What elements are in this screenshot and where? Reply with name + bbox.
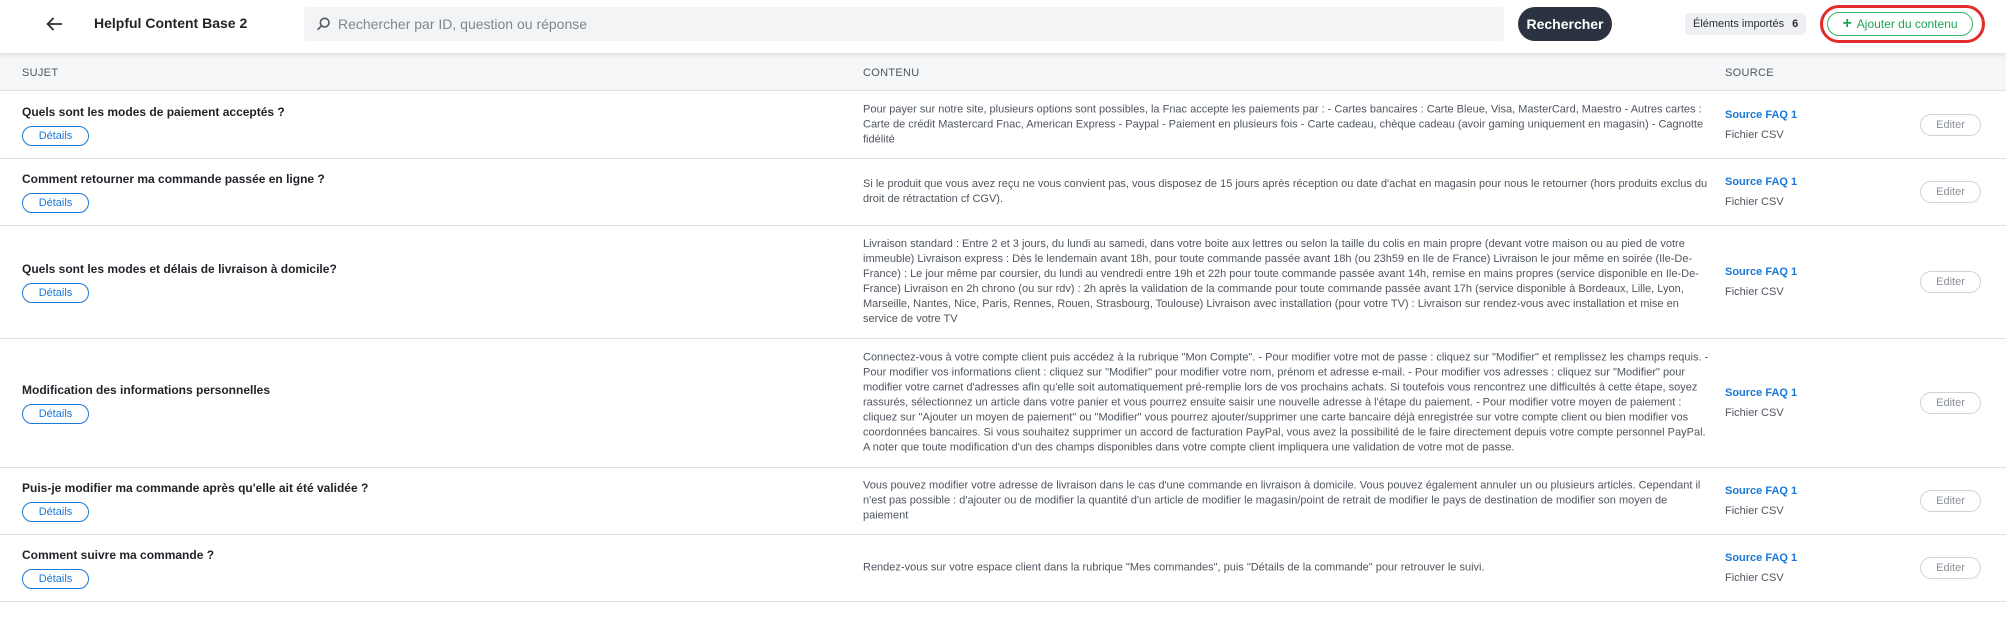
search-bar bbox=[304, 7, 1504, 41]
content-text: Connectez-vous à votre compte client pui… bbox=[863, 351, 1709, 454]
edit-button[interactable]: Editer bbox=[1920, 490, 1981, 512]
table-row: Modification des informations personnell… bbox=[0, 339, 2006, 468]
page-title: Helpful Content Base 2 bbox=[94, 15, 248, 31]
add-content-button[interactable]: + Ajouter du contenu bbox=[1827, 12, 1973, 36]
source-type: Fichier CSV bbox=[1725, 196, 1784, 208]
source-cell: Source FAQ 1 Fichier CSV bbox=[1725, 266, 1797, 298]
content-text: Si le produit que vous avez reçu ne vous… bbox=[863, 178, 1708, 205]
source-type: Fichier CSV bbox=[1725, 407, 1784, 419]
details-button[interactable]: Détails bbox=[22, 193, 89, 213]
subject-cell: Puis-je modifier ma commande après qu'el… bbox=[22, 480, 842, 522]
column-header-content: CONTENU bbox=[863, 67, 920, 79]
subject-cell: Comment retourner ma commande passée en … bbox=[22, 171, 842, 213]
source-link[interactable]: Source FAQ 1 bbox=[1725, 485, 1797, 497]
subject-cell: Quels sont les modes de paiement accepté… bbox=[22, 104, 842, 146]
source-cell: Source FAQ 1 Fichier CSV bbox=[1725, 109, 1797, 141]
source-type: Fichier CSV bbox=[1725, 505, 1784, 517]
arrow-left-icon bbox=[46, 17, 63, 31]
table-header: SUJET CONTENU SOURCE bbox=[0, 53, 2006, 91]
table-row: Comment retourner ma commande passée en … bbox=[0, 159, 2006, 226]
imported-count: 6 bbox=[1792, 18, 1799, 30]
plus-icon: + bbox=[1842, 15, 1852, 32]
content-text: Livraison standard : Entre 2 et 3 jours,… bbox=[863, 238, 1699, 325]
source-type: Fichier CSV bbox=[1725, 572, 1784, 584]
edit-button[interactable]: Editer bbox=[1920, 113, 1981, 136]
source-cell: Source FAQ 1 Fichier CSV bbox=[1725, 387, 1797, 419]
column-header-subject: SUJET bbox=[22, 67, 59, 79]
source-type: Fichier CSV bbox=[1725, 128, 1784, 141]
table-row: Puis-je modifier ma commande après qu'el… bbox=[0, 468, 2006, 535]
imported-count-badge: Éléments importés 6 bbox=[1685, 13, 1807, 35]
subject-cell: Modification des informations personnell… bbox=[22, 382, 842, 424]
table-row: Quels sont les modes et délais de livrai… bbox=[0, 226, 2006, 339]
edit-button[interactable]: Editer bbox=[1920, 392, 1981, 414]
content-text: Pour payer sur notre site, plusieurs opt… bbox=[863, 103, 1704, 145]
content-text: Vous pouvez modifier votre adresse de li… bbox=[863, 479, 1701, 522]
edit-button[interactable]: Editer bbox=[1920, 181, 1981, 203]
subject-text: Quels sont les modes de paiement accepté… bbox=[22, 104, 285, 119]
source-link[interactable]: Source FAQ 1 bbox=[1725, 387, 1797, 399]
top-bar: Helpful Content Base 2 Rechercher Élémen… bbox=[0, 0, 2006, 53]
source-link[interactable]: Source FAQ 1 bbox=[1725, 266, 1797, 278]
search-button[interactable]: Rechercher bbox=[1518, 7, 1612, 41]
edit-button[interactable]: Editer bbox=[1920, 271, 1981, 293]
back-button[interactable] bbox=[34, 6, 74, 42]
subject-text: Comment retourner ma commande passée en … bbox=[22, 172, 325, 186]
content-text: Rendez-vous sur votre espace client dans… bbox=[863, 561, 1485, 574]
details-button[interactable]: Détails bbox=[22, 283, 89, 303]
add-content-label: Ajouter du contenu bbox=[1856, 17, 1958, 31]
table-row: Comment suivre ma commande ? Détails Ren… bbox=[0, 535, 2006, 602]
column-header-source: SOURCE bbox=[1725, 67, 1774, 79]
subject-cell: Quels sont les modes et délais de livrai… bbox=[22, 261, 842, 303]
source-link[interactable]: Source FAQ 1 bbox=[1725, 176, 1797, 188]
details-button[interactable]: Détails bbox=[22, 125, 89, 146]
search-input[interactable] bbox=[338, 7, 1488, 41]
source-type: Fichier CSV bbox=[1725, 286, 1784, 298]
source-cell: Source FAQ 1 Fichier CSV bbox=[1725, 485, 1797, 517]
source-cell: Source FAQ 1 Fichier CSV bbox=[1725, 552, 1797, 584]
subject-text: Modification des informations personnell… bbox=[22, 383, 271, 397]
search-icon bbox=[317, 17, 330, 31]
details-button[interactable]: Détails bbox=[22, 502, 89, 522]
source-link[interactable]: Source FAQ 1 bbox=[1725, 552, 1797, 564]
subject-cell: Comment suivre ma commande ? Détails bbox=[22, 547, 842, 589]
subject-text: Puis-je modifier ma commande après qu'el… bbox=[22, 481, 369, 495]
table-row: Quels sont les modes de paiement accepté… bbox=[0, 91, 2006, 159]
source-cell: Source FAQ 1 Fichier CSV bbox=[1725, 176, 1797, 208]
details-button[interactable]: Détails bbox=[22, 569, 89, 589]
source-link[interactable]: Source FAQ 1 bbox=[1725, 109, 1797, 121]
subject-text: Quels sont les modes et délais de livrai… bbox=[22, 262, 337, 276]
edit-button[interactable]: Editer bbox=[1920, 557, 1981, 579]
imported-label: Éléments importés bbox=[1693, 18, 1785, 30]
subject-text: Comment suivre ma commande ? bbox=[22, 548, 215, 562]
details-button[interactable]: Détails bbox=[22, 404, 89, 424]
